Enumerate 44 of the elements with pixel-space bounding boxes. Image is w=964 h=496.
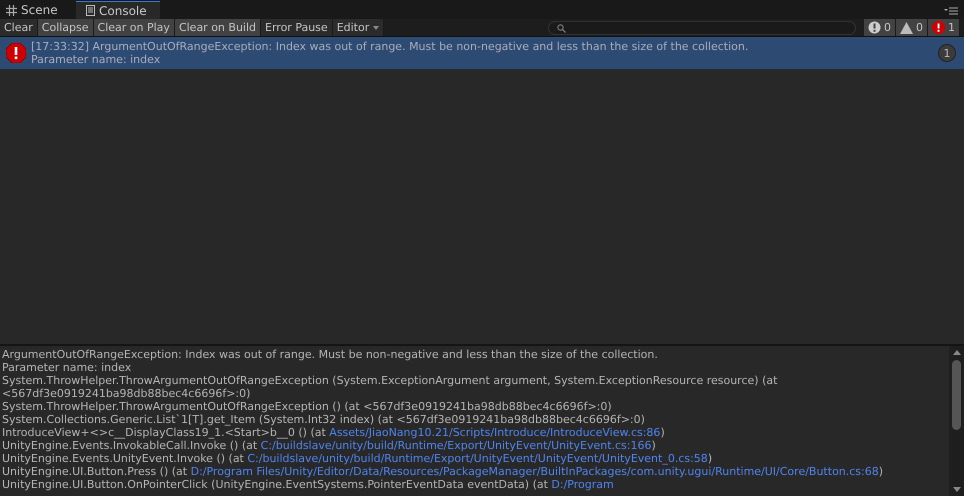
stack-trace-line: System.ThrowHelper.ThrowArgumentOutOfRangeException () (at <567df3e0919241ba98db88bec4c6696f>:0) bbox=[2, 400, 613, 413]
scrollbar[interactable] bbox=[949, 346, 964, 496]
search-icon bbox=[557, 24, 566, 32]
stack-trace-line: UnityEngine.UI.Button.OnPointerClick (UnityEngine.EventSystems.PointerEventData eventData) (at D:/Program bbox=[2, 478, 615, 491]
grid-icon bbox=[6, 4, 17, 16]
stack-trace-line: Parameter name: index bbox=[2, 361, 132, 374]
toolbar-button[interactable]: Clear on Play bbox=[94, 19, 175, 36]
log-message: [17:33:32] ArgumentOutOfRangeException: Index was out of range. Must be non-negative and less than the size of the collection. bbox=[31, 40, 750, 53]
toolbar-button[interactable]: Error Pause bbox=[261, 19, 333, 36]
log-entry[interactable]: [17:33:32] ArgumentOutOfRangeException: Index was out of range. Must be non-negative and less than the size of the collection. Parameter name: index 1 bbox=[0, 37, 964, 69]
caret-icon bbox=[373, 26, 380, 30]
file-link[interactable]: D:/Program bbox=[551, 478, 614, 491]
stack-trace-line: UnityEngine.Events.InvokableCall.Invoke () (at C:/buildslave/unity/build/Runtime/Export/UnityEvent/UnityEvent.cs:166) bbox=[2, 439, 657, 452]
file-link[interactable]: Assets/JiaoNang10.21/Scripts/Introduce/IntroduceView.cs:86 bbox=[329, 426, 660, 439]
window-tab[interactable]: Console bbox=[76, 1, 160, 19]
stack-trace-line: <567df3e0919241ba98db88bec4c6696f>:0) bbox=[2, 387, 252, 400]
filter-button[interactable]: 0 bbox=[896, 19, 928, 36]
stack-trace-line: UnityEngine.Events.UnityEvent.Invoke () (at C:/buildslave/unity/build/Runtime/Export/UnityEvent/UnityEvent/UnityEvent_0.cs:58) bbox=[2, 452, 714, 465]
filter-button[interactable]: 1 bbox=[928, 19, 960, 36]
menu-icon[interactable] bbox=[944, 7, 958, 15]
stack-trace-line: System.Collections.Generic.List`1[T].get_Item (System.Int32 index) (at <567df3e0919241ba98db88bec4c6696f>:0) bbox=[2, 413, 646, 426]
file-link[interactable]: C:/buildslave/unity/build/Runtime/Export/UnityEvent/UnityEvent/UnityEvent_0.cs:58 bbox=[247, 452, 708, 465]
stack-trace-line: UnityEngine.UI.Button.Press () (at D:/Program Files/Unity/Editor/Data/Resources/PackageManager/BuiltInPackages/com.unity.ugui/Runtime/UI/Core/Button.cs:68) bbox=[2, 465, 884, 478]
document-icon bbox=[86, 5, 95, 16]
toolbar-button[interactable]: Clear on Build bbox=[174, 19, 262, 36]
scroll-down-icon[interactable] bbox=[952, 487, 960, 492]
stack-trace-line: ArgumentOutOfRangeException: Index was out of range. Must be non-negative and less than the size of the collection. bbox=[2, 348, 659, 361]
toolbar-button[interactable]: Collapse bbox=[38, 19, 94, 36]
warning-icon bbox=[900, 22, 913, 34]
file-link[interactable]: D:/Program Files/Unity/Editor/Data/Resources/PackageManager/BuiltInPackages/com.unity.ugui/Runtime/UI/Core/Button.cs:68 bbox=[190, 465, 879, 478]
error-icon bbox=[6, 43, 26, 63]
file-link[interactable]: C:/buildslave/unity/build/Runtime/Export/UnityEvent/UnityEvent.cs:166 bbox=[260, 439, 652, 452]
scroll-up-icon[interactable] bbox=[952, 350, 960, 355]
filter-button[interactable]: 0 bbox=[864, 19, 896, 36]
count-badge: 1 bbox=[938, 44, 956, 62]
search-field[interactable] bbox=[548, 21, 856, 35]
error-icon bbox=[932, 21, 945, 34]
editor-dropdown[interactable]: Editor bbox=[332, 19, 384, 36]
toolbar-button[interactable]: Clear bbox=[0, 19, 38, 36]
info-icon bbox=[868, 21, 881, 34]
stack-trace-line: System.ThrowHelper.ThrowArgumentOutOfRangeException (System.ExceptionArgument argument, System.ExceptionResource resource) (at bbox=[2, 374, 778, 387]
window-tab[interactable]: Scene bbox=[4, 1, 76, 19]
stack-trace-line: IntroduceView+<>c__DisplayClass19_1.<Start>b__0 () (at Assets/JiaoNang10.21/Scripts/Introduce/IntroduceView.cs:86) bbox=[2, 426, 666, 439]
log-message: Parameter name: index bbox=[31, 53, 162, 66]
